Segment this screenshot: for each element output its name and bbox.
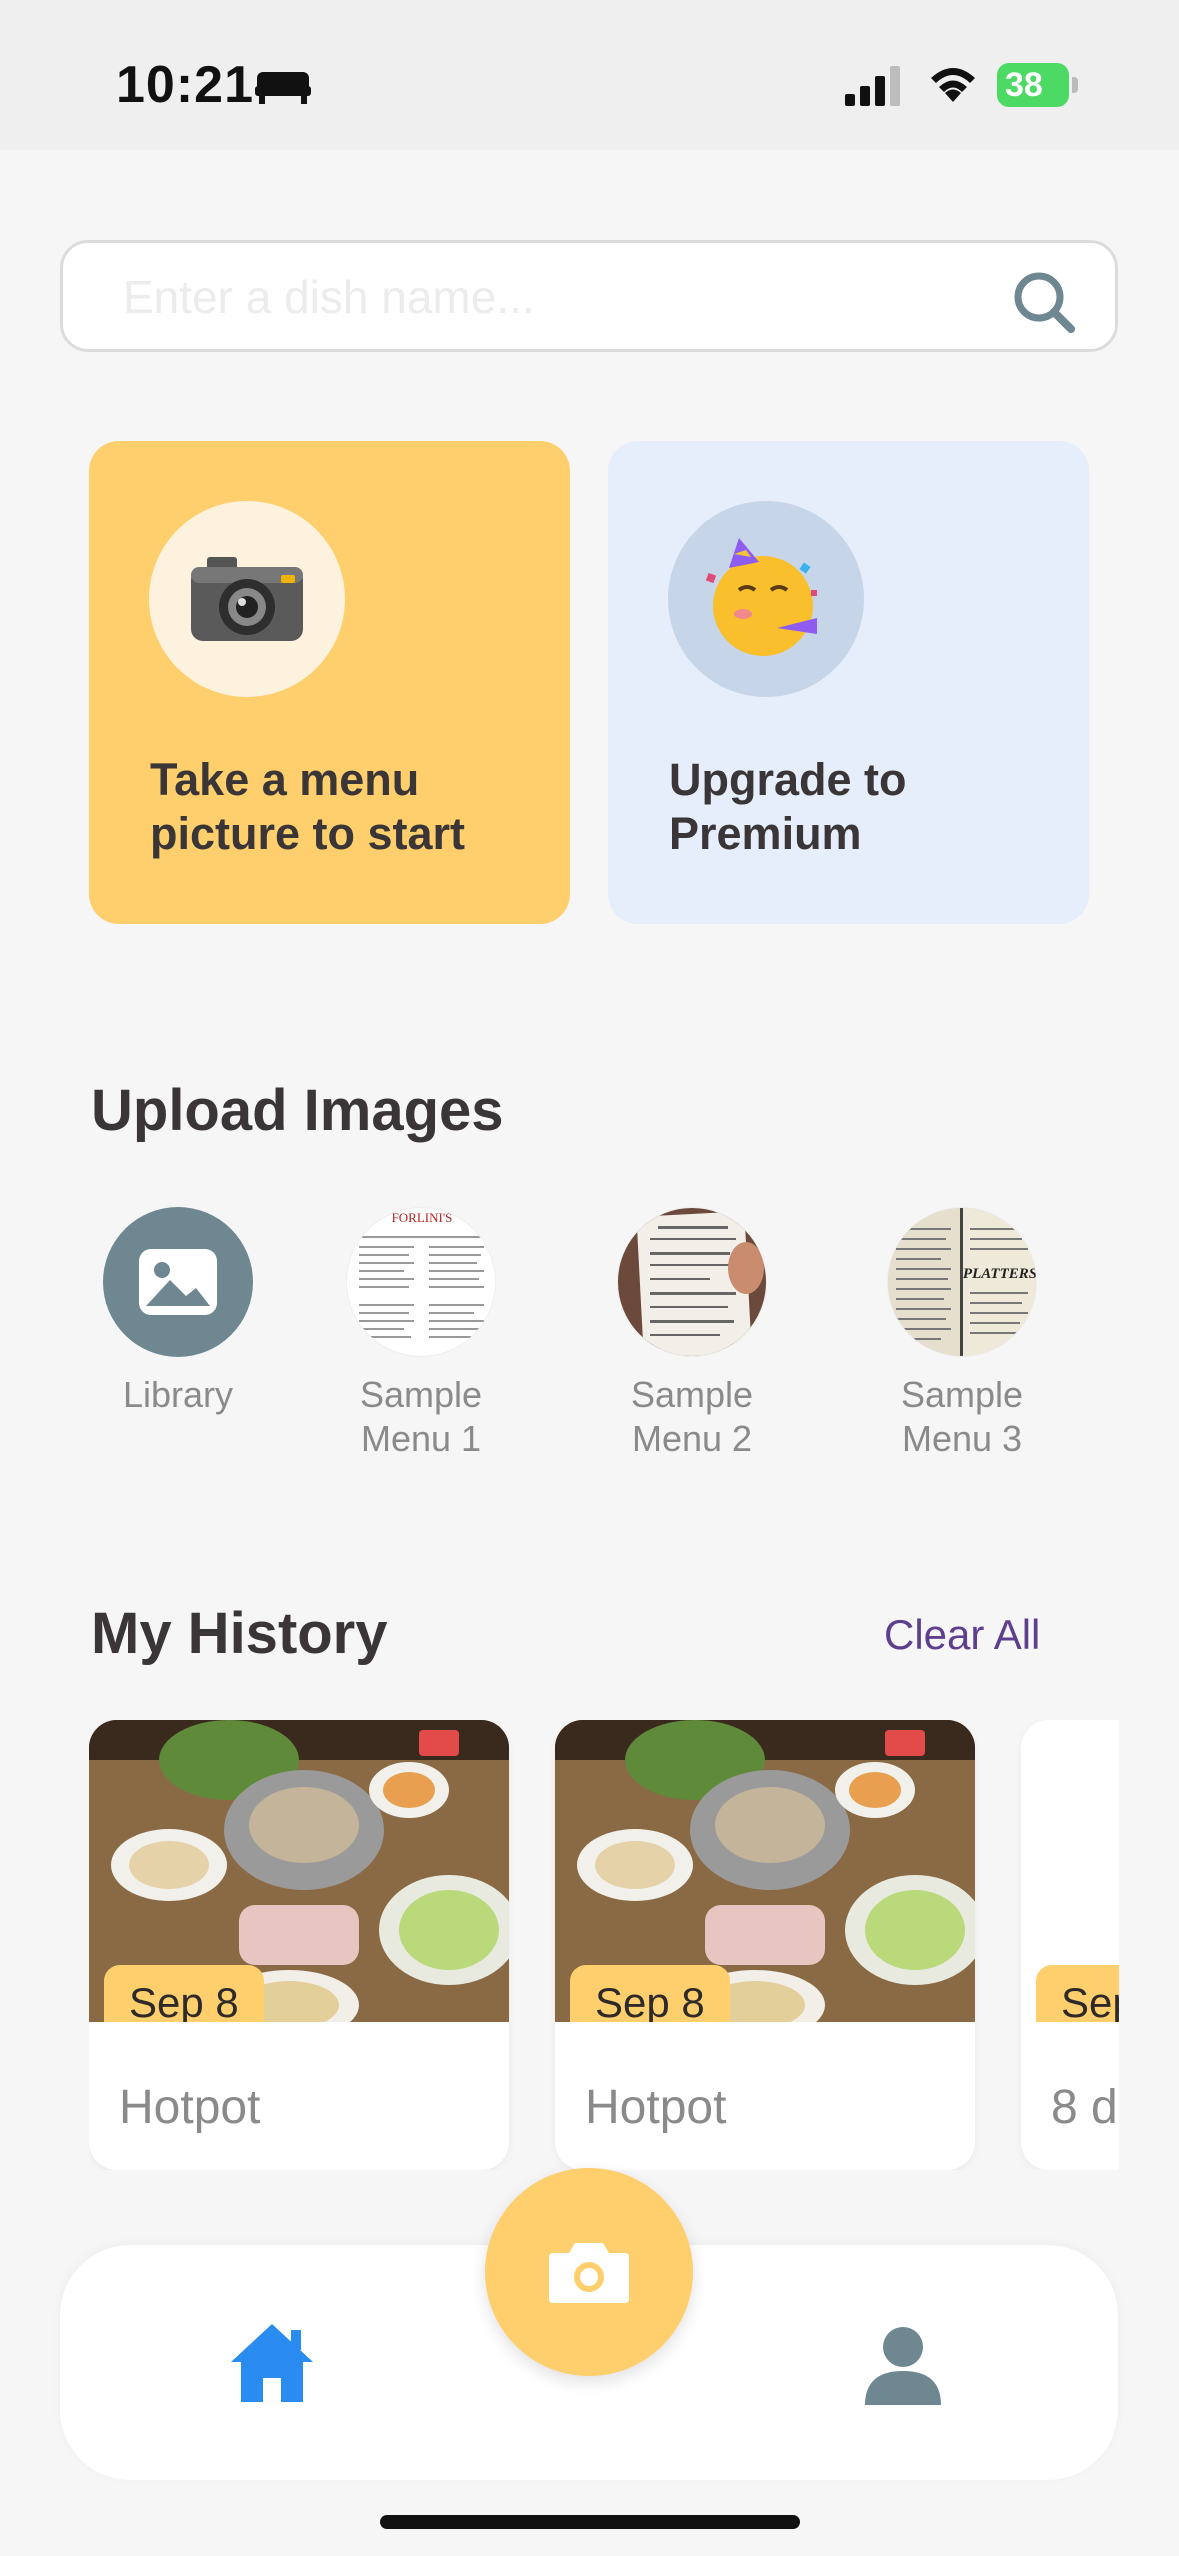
history-photo: Sep xyxy=(1021,1720,1119,2022)
status-bar: 10:21 38 xyxy=(0,0,1179,150)
battery-icon: 38 xyxy=(997,63,1078,107)
history-list[interactable]: Sep 8 Hotpot Sep 8 Hotpot Se 8 d xyxy=(89,1720,1119,2170)
history-card[interactable]: Sep 8 d xyxy=(1021,1720,1119,2170)
history-date-badge: Sep 8 xyxy=(570,1965,730,2022)
home-icon[interactable] xyxy=(227,2320,317,2404)
upgrade-premium-card[interactable]: Upgrade to Premium xyxy=(608,441,1089,924)
home-indicator xyxy=(380,2515,800,2529)
upload-library[interactable]: Library xyxy=(73,1207,283,1417)
history-dish-name: Hotpot xyxy=(585,2081,727,2134)
history-photo: Sep 8 xyxy=(89,1720,509,2022)
sample-menu-1-header: FORLINI'S xyxy=(392,1210,453,1225)
signal-icon xyxy=(845,66,900,106)
camera-icon xyxy=(549,2243,629,2303)
upload-sample-menu-2-label: Sample Menu 2 xyxy=(630,1374,754,1459)
take-menu-picture-label: Take a menu picture to start xyxy=(150,754,466,859)
bed-icon xyxy=(255,72,311,104)
upload-sample-menu-3[interactable]: PLATTERS Sample Menu 3 xyxy=(857,1207,1067,1461)
profile-icon[interactable] xyxy=(863,2325,943,2405)
history-photo: Sep 8 xyxy=(555,1720,975,2022)
my-history-title: My History xyxy=(91,1601,388,1666)
history-card[interactable]: Sep 8 Hotpot xyxy=(555,1720,975,2170)
camera-button[interactable] xyxy=(485,2168,693,2376)
upload-sample-menu-3-label: Sample Menu 3 xyxy=(900,1374,1024,1459)
search-bar[interactable] xyxy=(60,240,1118,352)
history-card[interactable]: Sep 8 Hotpot xyxy=(89,1720,509,2170)
sample-menu-2-thumbnail xyxy=(617,1207,767,1357)
sample-menu-1-thumbnail: FORLINI'S xyxy=(346,1207,496,1357)
upload-sample-menu-2[interactable]: Sample Menu 2 xyxy=(587,1207,797,1461)
sample-menu-3-thumbnail: PLATTERS xyxy=(887,1207,1037,1357)
take-menu-picture-card[interactable]: Take a menu picture to start xyxy=(89,441,570,924)
battery-level: 38 xyxy=(997,63,1069,107)
history-date-badge: Sep 8 xyxy=(104,1965,264,2022)
party-face-icon xyxy=(668,501,864,697)
history-dish-name: 8 d xyxy=(1051,2081,1118,2134)
camera-emoji-icon xyxy=(149,501,345,697)
upload-sample-menu-1-label: Sample Menu 1 xyxy=(359,1374,483,1459)
status-time: 10:21 xyxy=(116,56,254,114)
upload-images-title: Upload Images xyxy=(91,1078,504,1143)
wifi-icon xyxy=(931,68,975,102)
history-dish-name: Hotpot xyxy=(119,2081,261,2134)
history-date-badge: Sep xyxy=(1036,1965,1119,2022)
search-input[interactable] xyxy=(123,263,983,331)
clear-all-button[interactable]: Clear All xyxy=(884,1611,1040,1659)
sample-menu-3-header: PLATTERS xyxy=(963,1266,1037,1282)
upgrade-premium-label: Upgrade to Premium xyxy=(669,754,907,859)
image-icon xyxy=(103,1207,253,1357)
upload-library-label: Library xyxy=(122,1374,234,1415)
search-icon[interactable] xyxy=(1007,265,1081,339)
upload-sample-menu-1[interactable]: FORLINI'S Sample Menu 1 xyxy=(316,1207,526,1461)
